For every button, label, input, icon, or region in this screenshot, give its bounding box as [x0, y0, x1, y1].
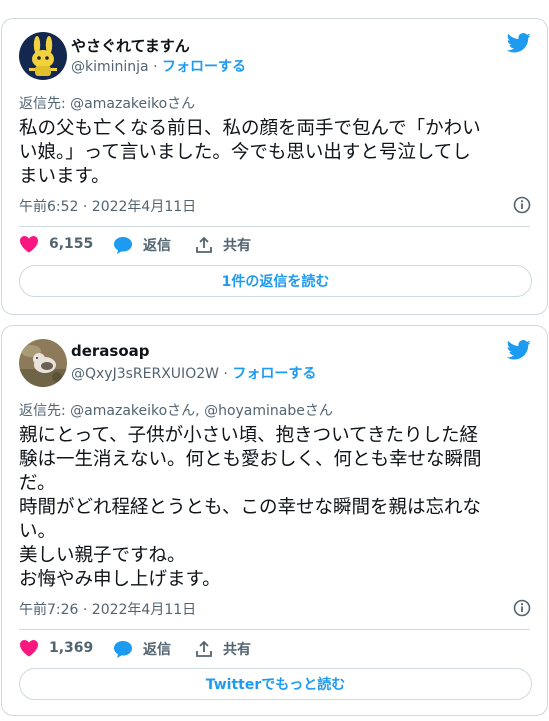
cat-photo-avatar-icon[interactable]	[19, 339, 67, 387]
reply-label: 返信	[143, 642, 171, 658]
share-label: 共有	[223, 238, 251, 254]
share-button[interactable]: 共有	[195, 235, 251, 255]
reply-button[interactable]: 返信	[113, 235, 171, 255]
info-icon[interactable]	[513, 599, 531, 617]
reply-to-handle[interactable]: @amazakeikoさん	[70, 96, 195, 112]
follow-button[interactable]: フォローする	[232, 366, 316, 382]
tweet-card[interactable]: やさぐれてますん @kimininja · フォローする 返信先: @amaza…	[1, 18, 548, 315]
reply-bubble-icon	[114, 236, 132, 254]
share-label: 共有	[223, 642, 251, 658]
twitter-bird-icon[interactable]	[507, 33, 531, 53]
tweet-body: 私の父も亡くなる前日、私の顔を両手で包んで「かわい い娘。」って言いました。今で…	[19, 117, 533, 189]
info-icon[interactable]	[513, 196, 531, 214]
tweet-body-line: 験は一生消えない。何とも愛おしく、何とも幸せな瞬間	[19, 449, 482, 470]
tweet-body-line: だ。	[19, 473, 56, 494]
share-icon	[196, 640, 212, 657]
like-count: 1,369	[49, 640, 94, 656]
tweet-timestamp[interactable]: 午前7:26 · 2022年4月11日	[19, 599, 196, 619]
display-name[interactable]: やさぐれてますん	[71, 35, 190, 56]
like-count: 6,155	[49, 236, 94, 252]
tweet-body-line: い。	[19, 521, 57, 542]
heart-icon	[20, 640, 38, 657]
divider	[19, 629, 530, 630]
reply-prefix: 返信先:	[19, 96, 71, 112]
share-button[interactable]: 共有	[195, 639, 251, 659]
follow-button[interactable]: フォローする	[162, 59, 246, 75]
rabbit-avatar-icon[interactable]	[19, 32, 67, 80]
like-button[interactable]: 6,155	[19, 235, 93, 253]
tweet-body-line: 私の父も亡くなる前日、私の顔を両手で包んで「かわい	[19, 118, 481, 139]
reply-button[interactable]: 返信	[113, 639, 171, 659]
reply-bubble-icon	[114, 640, 132, 658]
read-more-on-twitter-button[interactable]: Twitterでもっと読む	[19, 668, 532, 700]
reply-to-line: 返信先: @amazakeikoさん, @hoyaminabeさん	[19, 400, 333, 420]
twitter-bird-icon[interactable]	[507, 340, 531, 360]
user-handle[interactable]: @QxyJ3sRERXUIO2W	[71, 366, 219, 382]
separator-dot: ·	[148, 59, 162, 75]
tweet-card[interactable]: derasoap @QxyJ3sRERXUIO2W · フォローする 返信先: …	[1, 325, 548, 716]
tweet-body-line: まいます。	[19, 166, 110, 187]
tweet-body-line: お悔やみ申し上げます。	[19, 569, 221, 590]
reply-prefix: 返信先:	[19, 403, 71, 419]
tweet-body: 親にとって、子供が小さい頃、抱きついてきたりした経 験は一生消えない。何とも愛お…	[19, 424, 533, 592]
tweet-body-line: 親にとって、子供が小さい頃、抱きついてきたりした経	[19, 425, 478, 446]
tweet-body-line: 美しい親子ですね。	[19, 545, 186, 566]
heart-icon	[20, 236, 38, 253]
share-icon	[196, 236, 212, 253]
display-name[interactable]: derasoap	[71, 342, 150, 360]
tweet-body-line: い娘。」って言いました。今でも思い出すと号泣してし	[19, 142, 471, 163]
handle-line: @kimininja · フォローする	[71, 56, 246, 76]
read-replies-button[interactable]: 1件の返信を読む	[19, 265, 532, 297]
reply-to-handle[interactable]: @amazakeikoさん, @hoyaminabeさん	[70, 403, 333, 419]
reply-to-line: 返信先: @amazakeikoさん	[19, 93, 195, 113]
reply-label: 返信	[143, 238, 171, 254]
tweet-body-line: 時間がどれ程経とうとも、この幸せな瞬間を親は忘れな	[19, 497, 481, 518]
like-button[interactable]: 1,369	[19, 639, 93, 657]
user-handle[interactable]: @kimininja	[71, 59, 149, 75]
tweet-timestamp[interactable]: 午前6:52 · 2022年4月11日	[19, 196, 196, 216]
separator-dot: ·	[218, 366, 233, 382]
divider	[19, 226, 530, 227]
handle-line: @QxyJ3sRERXUIO2W · フォローする	[71, 363, 316, 383]
